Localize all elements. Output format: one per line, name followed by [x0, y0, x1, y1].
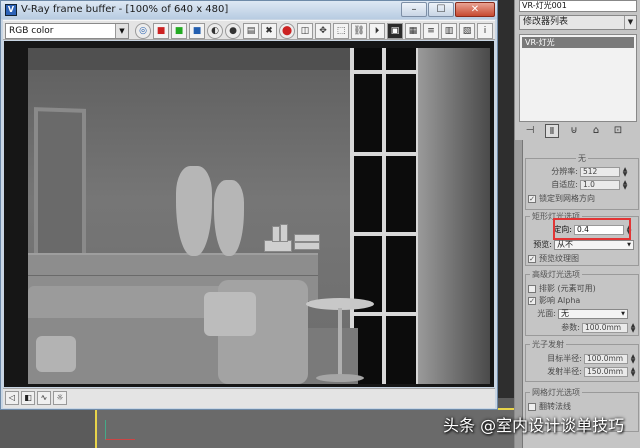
render-view[interactable]	[4, 41, 494, 387]
modifier-list-label: 修改器列表	[523, 17, 569, 27]
save-image-icon[interactable]: ▤	[243, 23, 259, 39]
window-title: V-Ray frame buffer - [100% of 640 x 480]	[21, 4, 229, 15]
flip-normals-checkbox[interactable]	[528, 403, 536, 411]
preview-texture-label: 预览纹理图	[539, 254, 579, 263]
radius-label: 参数:	[561, 323, 580, 332]
info-icon[interactable]: i	[477, 23, 493, 39]
vray-logo-icon: V	[5, 4, 17, 16]
vfb-toolbar: RGB color ▼ ◎ ■ ■ ■ ◐ ● ▤ ✖ ⬤ ◫ ✥ ⬚ ⛓ ⏵ ▣ ▦ ≡ ▥ ▧ i	[3, 20, 495, 40]
rollout-title: 高级灯光选项	[530, 269, 582, 280]
pixel-info-icon[interactable]: ▧	[459, 23, 475, 39]
duplicate-icon[interactable]: ◫	[297, 23, 313, 39]
render-last-icon[interactable]: ⏵	[369, 23, 385, 39]
object-name-field[interactable]: VR-灯光001	[519, 0, 637, 12]
modifier-stack: VR-灯光	[519, 34, 637, 122]
preview-texture-checkbox[interactable]: ✓	[528, 255, 536, 263]
channel-select[interactable]: RGB color ▼	[5, 23, 129, 39]
affect-alpha-label: 影响 Alpha	[539, 296, 581, 305]
target-radius-spinner[interactable]: 100.0mm ▲ ▼	[584, 354, 635, 365]
rollout-photon: 光子发射 目标半径: 100.0mm ▲ ▼ 发射半径: 150.0mm ▲ ▼	[525, 339, 639, 382]
rollout-quality: 无 分辨率: 512 ▲ ▼ 自适应: 1.0 ▲ ▼ ✓ 锁定到网格方向	[525, 153, 639, 210]
mono-icon[interactable]: ●	[225, 23, 241, 39]
rollout-title: 网格灯光选项	[530, 387, 582, 398]
track-mouse-icon[interactable]: ✥	[315, 23, 331, 39]
render-books	[264, 222, 324, 254]
render-curtain	[418, 48, 490, 384]
stack-toolbar: ⊣ Ⅱ ⊍ ⌂ ⊡	[523, 124, 625, 138]
shadow-label: 排影 (元素可用)	[539, 284, 596, 293]
shadow-checkbox[interactable]	[528, 285, 536, 293]
chevron-down-icon: ▼	[624, 16, 636, 29]
watermark: 头条 @室内设计谈单技巧	[443, 416, 625, 435]
lock-label: 锁定到网格方向	[539, 194, 595, 203]
curve-icon[interactable]: ∿	[37, 391, 51, 405]
display-icon[interactable]: ▣	[387, 23, 403, 39]
show-end-result-icon[interactable]: Ⅱ	[545, 124, 559, 138]
affect-alpha-checkbox[interactable]: ✓	[528, 297, 536, 305]
pin-stack-icon[interactable]: ⊣	[523, 124, 537, 138]
link-icon[interactable]: ⛓	[351, 23, 367, 39]
axis-tripod-icon	[105, 420, 135, 440]
make-unique-icon[interactable]: ⊍	[567, 124, 581, 138]
green-channel-icon[interactable]: ■	[171, 23, 187, 39]
stamp-icon[interactable]: ≡	[423, 23, 439, 39]
color-wheel-icon[interactable]: ◎	[135, 23, 151, 39]
minimize-button[interactable]: –	[401, 2, 427, 17]
emit-radius-label: 发射半径:	[547, 367, 582, 376]
emit-radius-spinner[interactable]: 150.0mm ▲ ▼	[584, 367, 635, 378]
adaptive-spinner[interactable]: 1.0 ▲ ▼	[580, 180, 627, 191]
stack-item-vrlight[interactable]: VR-灯光	[522, 37, 634, 48]
flip-normals-label: 翻转法线	[539, 402, 571, 411]
levels-icon[interactable]: ▥	[441, 23, 457, 39]
lock-checkbox[interactable]: ✓	[528, 195, 536, 203]
load-image-icon[interactable]: ✖	[261, 23, 277, 39]
photon-label: 光面:	[537, 309, 556, 318]
rendered-image	[28, 48, 490, 384]
preview-label: 预览:	[533, 240, 552, 249]
lut-icon[interactable]: ▦	[405, 23, 421, 39]
photon-dropdown[interactable]: 无 ▼	[558, 309, 628, 319]
toolbar-buttons: ◎ ■ ■ ■ ◐ ● ▤ ✖ ⬤ ◫ ✥ ⬚ ⛓ ⏵ ▣ ▦ ≡ ▥ ▧ i	[135, 23, 493, 39]
render-sofa	[28, 280, 308, 384]
channel-value: RGB color	[9, 26, 54, 36]
subdivs-label: 分辨率:	[551, 167, 578, 176]
remove-modifier-icon[interactable]: ⌂	[589, 124, 603, 138]
blue-channel-icon[interactable]: ■	[189, 23, 205, 39]
correction-icon[interactable]: ◧	[21, 391, 35, 405]
vray-frame-buffer-window: V V-Ray frame buffer - [100% of 640 x 48…	[0, 0, 498, 410]
history-icon[interactable]: ◁	[5, 391, 19, 405]
rollout-advanced: 高级灯光选项 排影 (元素可用) ✓ 影响 Alpha 光面: 无 ▼ 参数: 1…	[525, 269, 639, 336]
adaptive-label: 自适应:	[551, 180, 578, 189]
window-controls: – ☐ ✕	[401, 2, 495, 18]
radius-spinner[interactable]: 100.0mm ▲ ▼	[582, 323, 635, 334]
vfb-statusbar: ◁ ◧ ∿ ☼	[3, 388, 495, 408]
maximize-button[interactable]: ☐	[428, 2, 454, 17]
configure-sets-icon[interactable]: ⊡	[611, 124, 625, 138]
target-radius-label: 目标半径:	[547, 354, 582, 363]
clear-image-icon[interactable]: ⬤	[279, 23, 295, 39]
panel-scrollbar[interactable]	[515, 140, 523, 448]
subdivs-spinner[interactable]: 512 ▲ ▼	[580, 167, 627, 178]
chevron-down-icon: ▼	[115, 24, 128, 38]
alpha-channel-icon[interactable]: ◐	[207, 23, 223, 39]
render-side-table	[306, 298, 374, 384]
modifier-list-dropdown[interactable]: 修改器列表 ▼	[519, 15, 637, 30]
region-render-icon[interactable]: ⬚	[333, 23, 349, 39]
close-button[interactable]: ✕	[455, 2, 495, 17]
annotation-highlight-box	[553, 218, 631, 240]
title-bar[interactable]: V V-Ray frame buffer - [100% of 640 x 48…	[1, 1, 497, 19]
rollout-title: 光子发射	[530, 339, 566, 350]
preview-dropdown[interactable]: 从不 ▼	[554, 240, 634, 250]
exposure-icon[interactable]: ☼	[53, 391, 67, 405]
red-channel-icon[interactable]: ■	[153, 23, 169, 39]
rollout-title: 无	[576, 153, 588, 164]
